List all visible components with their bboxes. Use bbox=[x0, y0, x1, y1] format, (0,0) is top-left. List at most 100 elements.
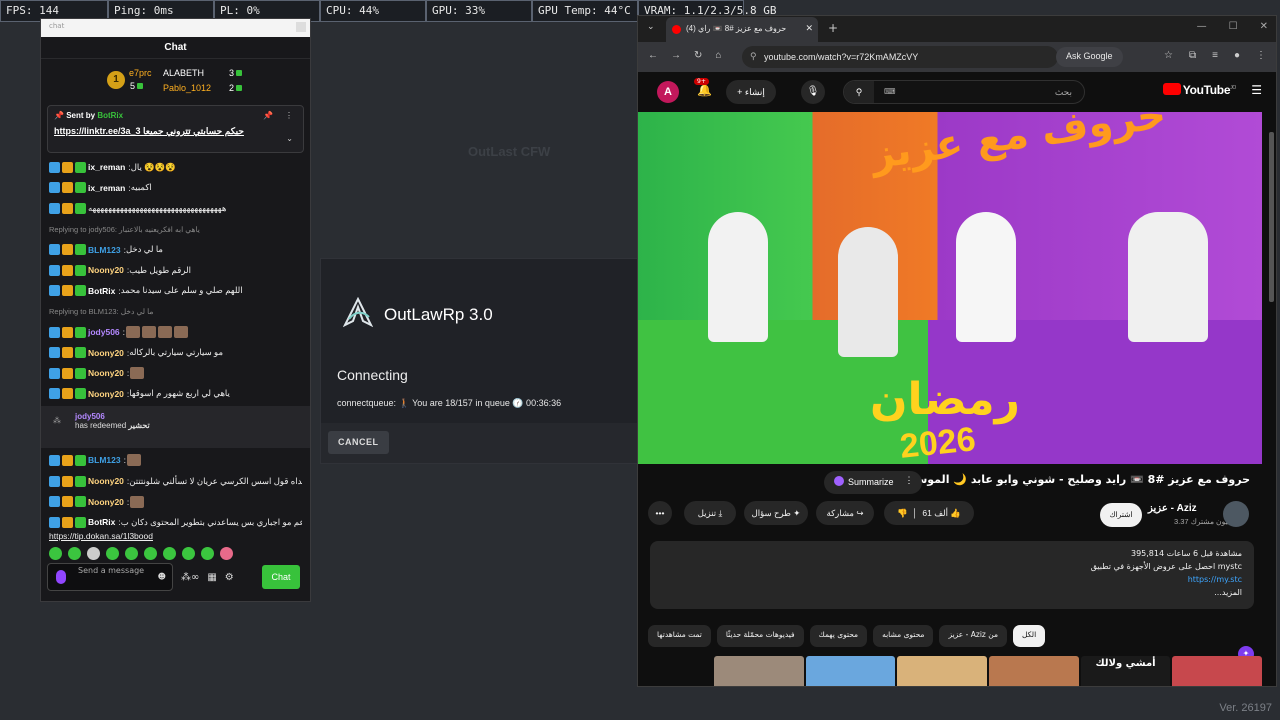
mic-icon[interactable] bbox=[56, 570, 66, 584]
chat-username[interactable]: Noony20 bbox=[88, 476, 124, 486]
chat-badge-icon[interactable] bbox=[62, 285, 73, 297]
ask-google-button[interactable]: Ask Google bbox=[1056, 47, 1123, 67]
search-icon[interactable]: ⚲ bbox=[844, 81, 874, 103]
chat-badge-icon[interactable] bbox=[49, 347, 60, 359]
chat-badge-icon[interactable] bbox=[49, 182, 60, 194]
chat-username[interactable]: BotRix bbox=[88, 517, 115, 527]
chat-badge-icon[interactable] bbox=[62, 475, 73, 487]
video-thumbnail[interactable]: أمشي ولالك bbox=[1080, 656, 1171, 686]
share-button[interactable]: مشاركة ↪ bbox=[816, 501, 874, 525]
close-icon[interactable]: ✕ bbox=[1260, 21, 1268, 32]
forward-icon[interactable]: → bbox=[671, 50, 681, 61]
back-icon[interactable]: ← bbox=[648, 50, 658, 61]
chat-badge-icon[interactable] bbox=[75, 326, 86, 338]
voice-search-icon[interactable]: 🎙 bbox=[801, 80, 825, 104]
chat-badge-icon[interactable] bbox=[62, 516, 73, 528]
chat-badge-icon[interactable] bbox=[62, 388, 73, 400]
filter-chip[interactable]: من Aziz - عزيز bbox=[939, 625, 1007, 647]
chat-username[interactable]: Noony20 bbox=[88, 265, 124, 275]
bell-icon[interactable]: 🔔 9+ bbox=[694, 78, 712, 97]
channel-points-icon[interactable]: ⁂∞ bbox=[181, 572, 199, 583]
filter-chip[interactable]: فيديوهات محمّلة حديثًا bbox=[716, 625, 804, 647]
ask-button[interactable]: طرح سؤال ✦ bbox=[744, 501, 808, 525]
tab-close-icon[interactable]: ✕ bbox=[805, 23, 813, 34]
filter-chip[interactable]: محتوى يهمك bbox=[809, 625, 868, 647]
chat-username[interactable]: BLM123 bbox=[88, 455, 121, 465]
gear-icon[interactable]: ⚙ bbox=[225, 572, 234, 583]
filter-chip[interactable]: تمت مشاهدتها bbox=[648, 625, 711, 647]
chat-badge-icon[interactable] bbox=[75, 516, 86, 528]
site-info-icon[interactable]: ⚲ bbox=[750, 51, 757, 62]
minimize-icon[interactable]: — bbox=[1197, 21, 1207, 32]
chat-badge-icon[interactable] bbox=[62, 202, 73, 214]
profile-icon[interactable]: ● bbox=[1234, 50, 1240, 61]
chat-badge-icon[interactable] bbox=[62, 182, 73, 194]
chat-badge-icon[interactable] bbox=[49, 454, 60, 466]
chat-badge-icon[interactable] bbox=[62, 367, 73, 379]
emote-icon[interactable] bbox=[87, 546, 100, 560]
pinned-text[interactable]: https://linktr.ee/3a_3 حيكم حسابتي تترون… bbox=[54, 126, 297, 137]
extensions-icon[interactable]: ⧉ bbox=[1189, 50, 1196, 61]
video-thumbnail[interactable] bbox=[805, 656, 896, 686]
dislike-icon[interactable]: 👎 bbox=[897, 508, 908, 518]
chat-badge-icon[interactable] bbox=[75, 244, 86, 256]
chat-username[interactable]: Noony20 bbox=[88, 348, 124, 358]
video-thumbnail[interactable] bbox=[1172, 656, 1263, 686]
chat-badge-icon[interactable] bbox=[49, 326, 60, 338]
chat-username[interactable]: jody506 bbox=[88, 327, 120, 337]
summarize-button[interactable]: Summarize ⋮ bbox=[824, 471, 922, 494]
chevron-down-icon[interactable]: ⌄ bbox=[286, 134, 293, 143]
chat-username[interactable]: Noony20 bbox=[88, 497, 124, 507]
store-icon[interactable]: ▦ bbox=[207, 572, 216, 583]
new-tab-icon[interactable]: + bbox=[828, 21, 838, 35]
url-field[interactable]: ⚲ youtube.com/watch?v=r72KmAMZcVY bbox=[742, 46, 1058, 68]
keyboard-icon[interactable]: ⌨ bbox=[884, 87, 896, 96]
chat-badge-icon[interactable] bbox=[75, 285, 86, 297]
chat-badge-icon[interactable] bbox=[75, 202, 86, 214]
channel-avatar[interactable] bbox=[1223, 501, 1249, 527]
chat-badge-icon[interactable] bbox=[75, 367, 86, 379]
emote-icon[interactable] bbox=[182, 546, 195, 560]
pin-icon[interactable]: 📌 bbox=[263, 111, 273, 120]
video-thumbnail[interactable] bbox=[989, 656, 1079, 686]
emote-icon[interactable] bbox=[201, 546, 214, 560]
video-player[interactable]: حروف مع عزيز رمضان 2026 bbox=[638, 112, 1262, 464]
pinned-message[interactable]: 📌 Sent by BotRix https://linktr.ee/3a_3 … bbox=[47, 105, 304, 153]
chat-username[interactable]: Noony20 bbox=[88, 389, 124, 399]
chat-username[interactable]: Noony20 bbox=[88, 368, 124, 378]
emote-icon[interactable] bbox=[49, 546, 62, 560]
chat-username[interactable]: BotRix bbox=[88, 286, 115, 296]
chat-badge-icon[interactable] bbox=[49, 516, 60, 528]
chat-badge-icon[interactable] bbox=[62, 496, 73, 508]
download-button[interactable]: تنزيل ⤓ bbox=[684, 501, 736, 525]
chat-badge-icon[interactable] bbox=[62, 264, 73, 276]
subscribe-button[interactable]: اشتراك bbox=[1100, 503, 1142, 527]
chat-badge-icon[interactable] bbox=[49, 388, 60, 400]
channel-name[interactable]: عزيز - Aziz bbox=[1148, 503, 1197, 514]
search-box[interactable]: ⚲ ⌨ بحث bbox=[843, 80, 1085, 104]
filter-chip[interactable]: الكل bbox=[1012, 625, 1046, 647]
hamburger-menu-icon[interactable]: ☰ bbox=[1251, 83, 1262, 97]
more-options-icon[interactable]: ⋮ bbox=[285, 111, 293, 120]
chat-badge-icon[interactable] bbox=[62, 161, 73, 173]
filter-chip[interactable]: محتوى مشابه bbox=[873, 625, 934, 647]
description-more[interactable]: ...المزيد bbox=[650, 588, 1242, 601]
emote-icon[interactable] bbox=[144, 546, 157, 560]
chat-badge-icon[interactable] bbox=[49, 496, 60, 508]
chat-badge-icon[interactable] bbox=[75, 475, 86, 487]
video-description[interactable]: 395,814 مشاهدة قبل 6 ساعات احصل على عروض… bbox=[650, 541, 1254, 609]
create-button[interactable]: + إنشاء bbox=[726, 80, 776, 104]
cancel-button[interactable]: CANCEL bbox=[328, 431, 389, 454]
chat-badge-icon[interactable] bbox=[75, 161, 86, 173]
home-icon[interactable]: ⌂ bbox=[715, 50, 721, 61]
media-icon[interactable]: ≡ bbox=[1212, 50, 1218, 61]
chat-badge-icon[interactable] bbox=[49, 264, 60, 276]
video-thumbnail[interactable] bbox=[714, 656, 804, 686]
chat-send-button[interactable]: Chat bbox=[262, 565, 300, 589]
emote-icon[interactable] bbox=[68, 546, 81, 560]
youtube-logo[interactable]: YouTubeJO bbox=[1162, 83, 1236, 97]
chat-badge-icon[interactable] bbox=[75, 454, 86, 466]
chat-badge-icon[interactable] bbox=[49, 161, 60, 173]
chat-badge-icon[interactable] bbox=[62, 244, 73, 256]
like-count[interactable]: 61 ألف bbox=[922, 508, 948, 518]
